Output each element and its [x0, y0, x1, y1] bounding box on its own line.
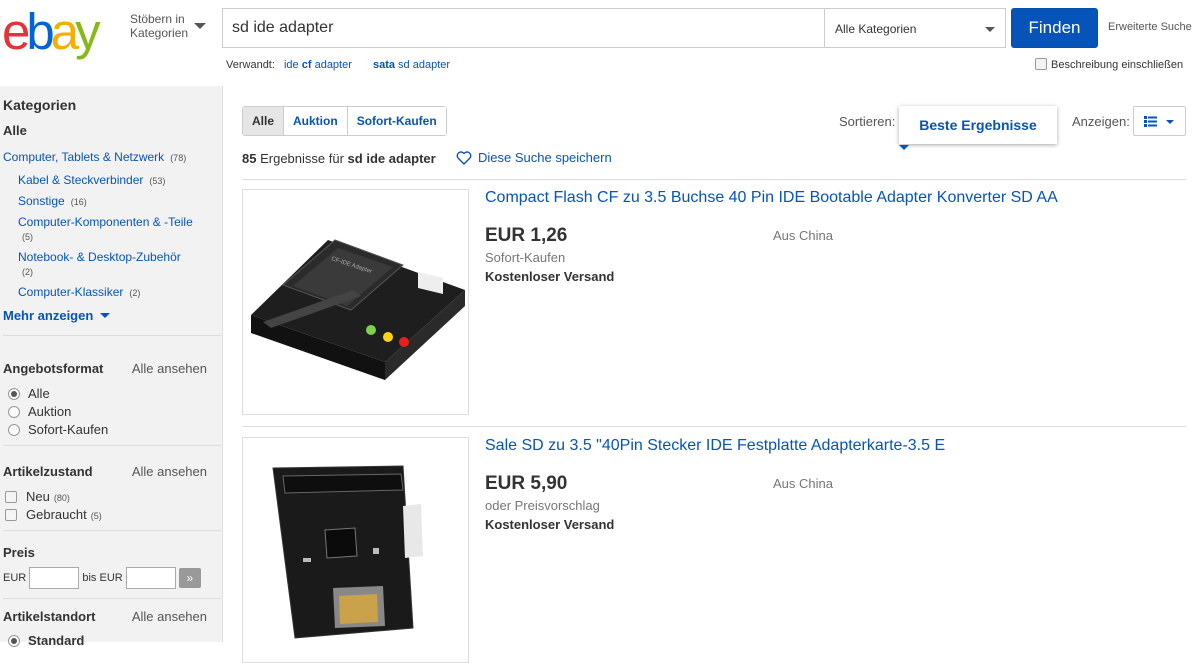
sort-label: Sortieren: — [839, 114, 896, 129]
find-button[interactable]: Finden — [1011, 8, 1098, 48]
divider — [3, 445, 221, 446]
list-view-icon — [1144, 116, 1157, 127]
chevron-down-icon — [99, 313, 110, 318]
advanced-search-link[interactable]: Erweiterte Suche — [1108, 21, 1192, 33]
categories-heading: Kategorien — [3, 97, 77, 113]
condition-section-header: Artikelzustand Alle ansehen — [3, 464, 207, 479]
include-description-checkbox[interactable]: Beschreibung einschließen — [1035, 58, 1183, 71]
location-see-all-link[interactable]: Alle ansehen — [132, 609, 207, 624]
chevron-down-icon — [194, 23, 206, 29]
tab-all[interactable]: Alle — [243, 107, 285, 135]
view-label: Anzeigen: — [1072, 114, 1130, 129]
chevron-down-icon — [899, 145, 909, 150]
item-title-link[interactable]: Sale SD zu 3.5 "40Pin Stecker IDE Festpl… — [485, 437, 945, 455]
header: ebay Stöbern in Kategorien Alle Kategori… — [0, 0, 1203, 86]
radio-selected[interactable] — [8, 388, 20, 400]
divider — [242, 179, 1186, 180]
listing-item: Sale SD zu 3.5 "40Pin Stecker IDE Festpl… — [242, 437, 1186, 663]
show-more-link[interactable]: Mehr anzeigen — [3, 308, 110, 323]
price-max-input[interactable] — [125, 567, 176, 589]
format-option-all[interactable]: Alle — [8, 386, 50, 401]
item-shipping: Kostenloser Versand — [485, 517, 615, 532]
item-format: oder Preisvorschlag — [485, 498, 600, 513]
location-section-header: Artikelstandort Alle ansehen — [3, 609, 207, 624]
price-heading: Preis — [3, 545, 35, 560]
sidebar: Kategorien Alle Computer, Tablets & Netz… — [0, 86, 223, 648]
location-option-standard[interactable]: Standard — [8, 633, 84, 648]
results-area: Alle Auktion Sofort-Kaufen Sortieren: Be… — [224, 86, 1203, 663]
format-option-buy-now[interactable]: Sofort-Kaufen — [8, 422, 108, 437]
item-shipping: Kostenloser Versand — [485, 269, 615, 284]
radio-selected[interactable] — [8, 635, 20, 647]
subcategory-item[interactable]: Kabel & Steckverbinder (53) — [18, 173, 165, 187]
item-location: Aus China — [773, 228, 833, 243]
ebay-logo[interactable]: ebay — [2, 2, 122, 60]
item-price: EUR 5,90 — [485, 473, 568, 494]
item-image-sd-adapter[interactable] — [242, 437, 469, 663]
condition-option-new[interactable]: Neu (80) — [5, 489, 70, 504]
result-count: 85 Ergebnisse für sd ide adapter — [242, 151, 436, 166]
subcategory-item[interactable]: Notebook- & Desktop-Zubehör (2) — [18, 250, 208, 279]
browse-categories-button[interactable]: Stöbern in Kategorien — [130, 12, 210, 40]
checkbox[interactable] — [5, 509, 17, 521]
tab-buy-now[interactable]: Sofort-Kaufen — [347, 107, 446, 135]
item-title-link[interactable]: Compact Flash CF zu 3.5 Buchse 40 Pin ID… — [485, 189, 1058, 207]
search-input[interactable] — [223, 9, 824, 47]
item-location: Aus China — [773, 476, 833, 491]
radio[interactable] — [8, 424, 20, 436]
view-dropdown[interactable] — [1133, 106, 1186, 136]
divider — [3, 598, 221, 599]
subcategory-item[interactable]: Sonstige (16) — [18, 194, 87, 208]
format-see-all-link[interactable]: Alle ansehen — [132, 361, 207, 376]
subcategory-item[interactable]: Computer-Klassiker (2) — [18, 285, 140, 299]
tab-auction[interactable]: Auktion — [284, 107, 348, 135]
item-price: EUR 1,26 — [485, 225, 568, 246]
save-search-link[interactable]: Diese Suche speichern — [456, 150, 612, 165]
related-searches: Verwandt: ide cf adapter sata sd adapter — [226, 59, 451, 71]
chevron-down-icon — [985, 27, 995, 32]
search-box[interactable] — [222, 8, 824, 48]
chevron-down-icon — [1166, 120, 1174, 124]
price-range: EUR bis EUR » — [3, 567, 201, 589]
item-format: Sofort-Kaufen — [485, 250, 566, 265]
condition-option-used[interactable]: Gebraucht (5) — [5, 507, 102, 522]
all-categories-label: Alle — [3, 123, 27, 138]
condition-see-all-link[interactable]: Alle ansehen — [132, 464, 207, 479]
divider — [242, 426, 1186, 427]
related-link-sata-sd-adapter[interactable]: sata sd adapter — [373, 59, 450, 71]
format-section-header: Angebotsformat Alle ansehen — [3, 361, 207, 376]
sort-dropdown[interactable]: Beste Ergebnisse — [899, 106, 1057, 150]
radio[interactable] — [8, 406, 20, 418]
heart-icon — [456, 151, 472, 165]
subcategory-item[interactable]: Computer-Komponenten & -Teile (5) — [18, 215, 208, 244]
listing-type-tabs: Alle Auktion Sofort-Kaufen — [242, 106, 447, 136]
divider — [3, 530, 221, 531]
related-link-ide-cf-adapter[interactable]: ide cf adapter — [284, 59, 352, 71]
category-select[interactable]: Alle Kategorien — [824, 8, 1006, 48]
price-submit-button[interactable]: » — [178, 568, 201, 588]
format-option-auction[interactable]: Auktion — [8, 404, 71, 419]
listing-item: CF-IDE Adapter Compact Flash CF zu 3.5 B… — [242, 189, 1186, 419]
checkbox[interactable] — [5, 491, 17, 503]
category-computer[interactable]: Computer, Tablets & Netzwerk (78) — [3, 150, 186, 164]
price-min-input[interactable] — [29, 567, 80, 589]
checkbox[interactable] — [1035, 58, 1047, 70]
item-image-cf-adapter[interactable]: CF-IDE Adapter — [242, 189, 469, 415]
divider — [3, 335, 221, 336]
